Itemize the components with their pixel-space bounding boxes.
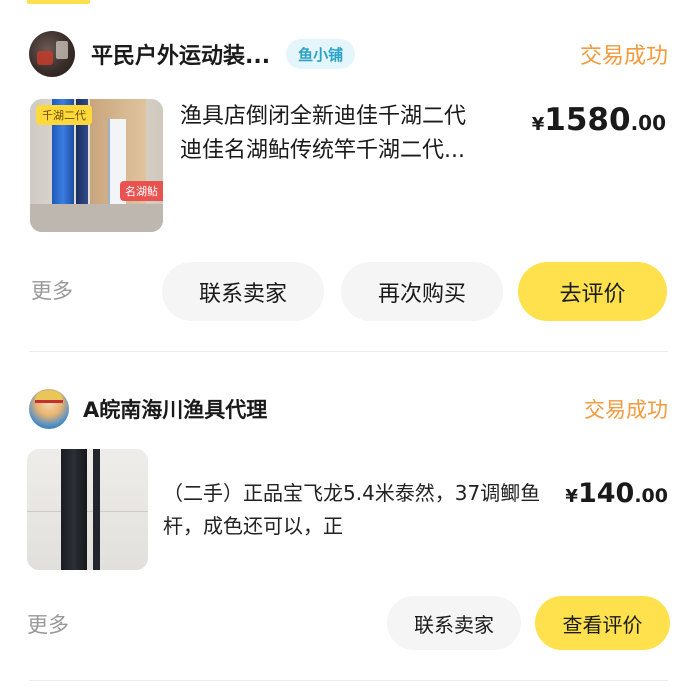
divider bbox=[29, 680, 668, 681]
price-decimal: .00 bbox=[634, 485, 668, 507]
avatar-detail bbox=[56, 41, 68, 59]
photo-tile-line bbox=[27, 511, 148, 512]
contact-seller-button[interactable]: 联系卖家 bbox=[162, 262, 324, 321]
avatar-detail bbox=[35, 400, 63, 403]
image-label-tag: 千湖二代 bbox=[36, 105, 92, 125]
product-title-line: 渔具店倒闭全新迪佳千湖二代 bbox=[180, 104, 467, 129]
photo-rod bbox=[61, 449, 87, 570]
more-link[interactable]: 更多 bbox=[27, 609, 69, 639]
shop-badge: 鱼小铺 bbox=[286, 39, 356, 69]
tab-indicator bbox=[27, 0, 90, 4]
shop-name[interactable]: 平民户外运动装... bbox=[91, 38, 270, 70]
photo-background bbox=[27, 449, 148, 570]
price-decimal: .00 bbox=[630, 111, 666, 135]
order-list-page: 平民户外运动装... 鱼小铺 交易成功 千湖二代 名湖鲇 渔具店倒闭全新迪佳千湖… bbox=[0, 0, 697, 698]
shop-avatar[interactable] bbox=[29, 389, 69, 429]
view-review-button[interactable]: 查看评价 bbox=[535, 596, 670, 650]
product-title-line: 迪佳名湖鲇传统竿千湖二代... bbox=[180, 138, 465, 163]
product-title[interactable]: （二手）正品宝飞龙5.4米泰然，37调鲫鱼杆，成色还可以，正 bbox=[163, 477, 543, 549]
product-thumbnail[interactable]: 千湖二代 名湖鲇 bbox=[30, 99, 163, 232]
shop-header[interactable]: 平民户外运动装... 鱼小铺 交易成功 bbox=[29, 30, 668, 78]
divider bbox=[29, 351, 668, 352]
price-currency: ¥ bbox=[531, 114, 545, 135]
product-price: ¥140.00 bbox=[565, 478, 668, 509]
order-status: 交易成功 bbox=[584, 398, 668, 422]
order-status: 交易成功 bbox=[579, 44, 668, 69]
shop-avatar[interactable] bbox=[29, 31, 75, 77]
more-link[interactable]: 更多 bbox=[31, 275, 73, 305]
shop-header[interactable]: A皖南海川渔具代理 交易成功 bbox=[29, 387, 668, 431]
contact-seller-button[interactable]: 联系卖家 bbox=[387, 596, 521, 650]
price-currency: ¥ bbox=[565, 486, 578, 507]
write-review-button[interactable]: 去评价 bbox=[518, 262, 667, 321]
product-thumbnail[interactable] bbox=[27, 449, 148, 570]
buy-again-button[interactable]: 再次购买 bbox=[341, 262, 503, 321]
image-label-tag: 名湖鲇 bbox=[120, 181, 163, 201]
photo-rod bbox=[93, 449, 100, 570]
product-title[interactable]: 渔具店倒闭全新迪佳千湖二代 迪佳名湖鲇传统竿千湖二代... bbox=[180, 100, 522, 168]
price-integer: 1580 bbox=[544, 102, 631, 138]
price-integer: 140 bbox=[577, 478, 635, 509]
photo-floor bbox=[30, 204, 163, 232]
shop-name[interactable]: A皖南海川渔具代理 bbox=[83, 394, 267, 424]
order-card[interactable]: 平民户外运动装... 鱼小铺 交易成功 千湖二代 名湖鲇 渔具店倒闭全新迪佳千湖… bbox=[0, 22, 697, 352]
avatar-detail bbox=[37, 51, 53, 65]
product-price: ¥1580.00 bbox=[532, 102, 666, 138]
order-card[interactable]: A皖南海川渔具代理 交易成功 （二手）正品宝飞龙5.4米泰然，37调鲫鱼杆，成色… bbox=[0, 380, 697, 680]
